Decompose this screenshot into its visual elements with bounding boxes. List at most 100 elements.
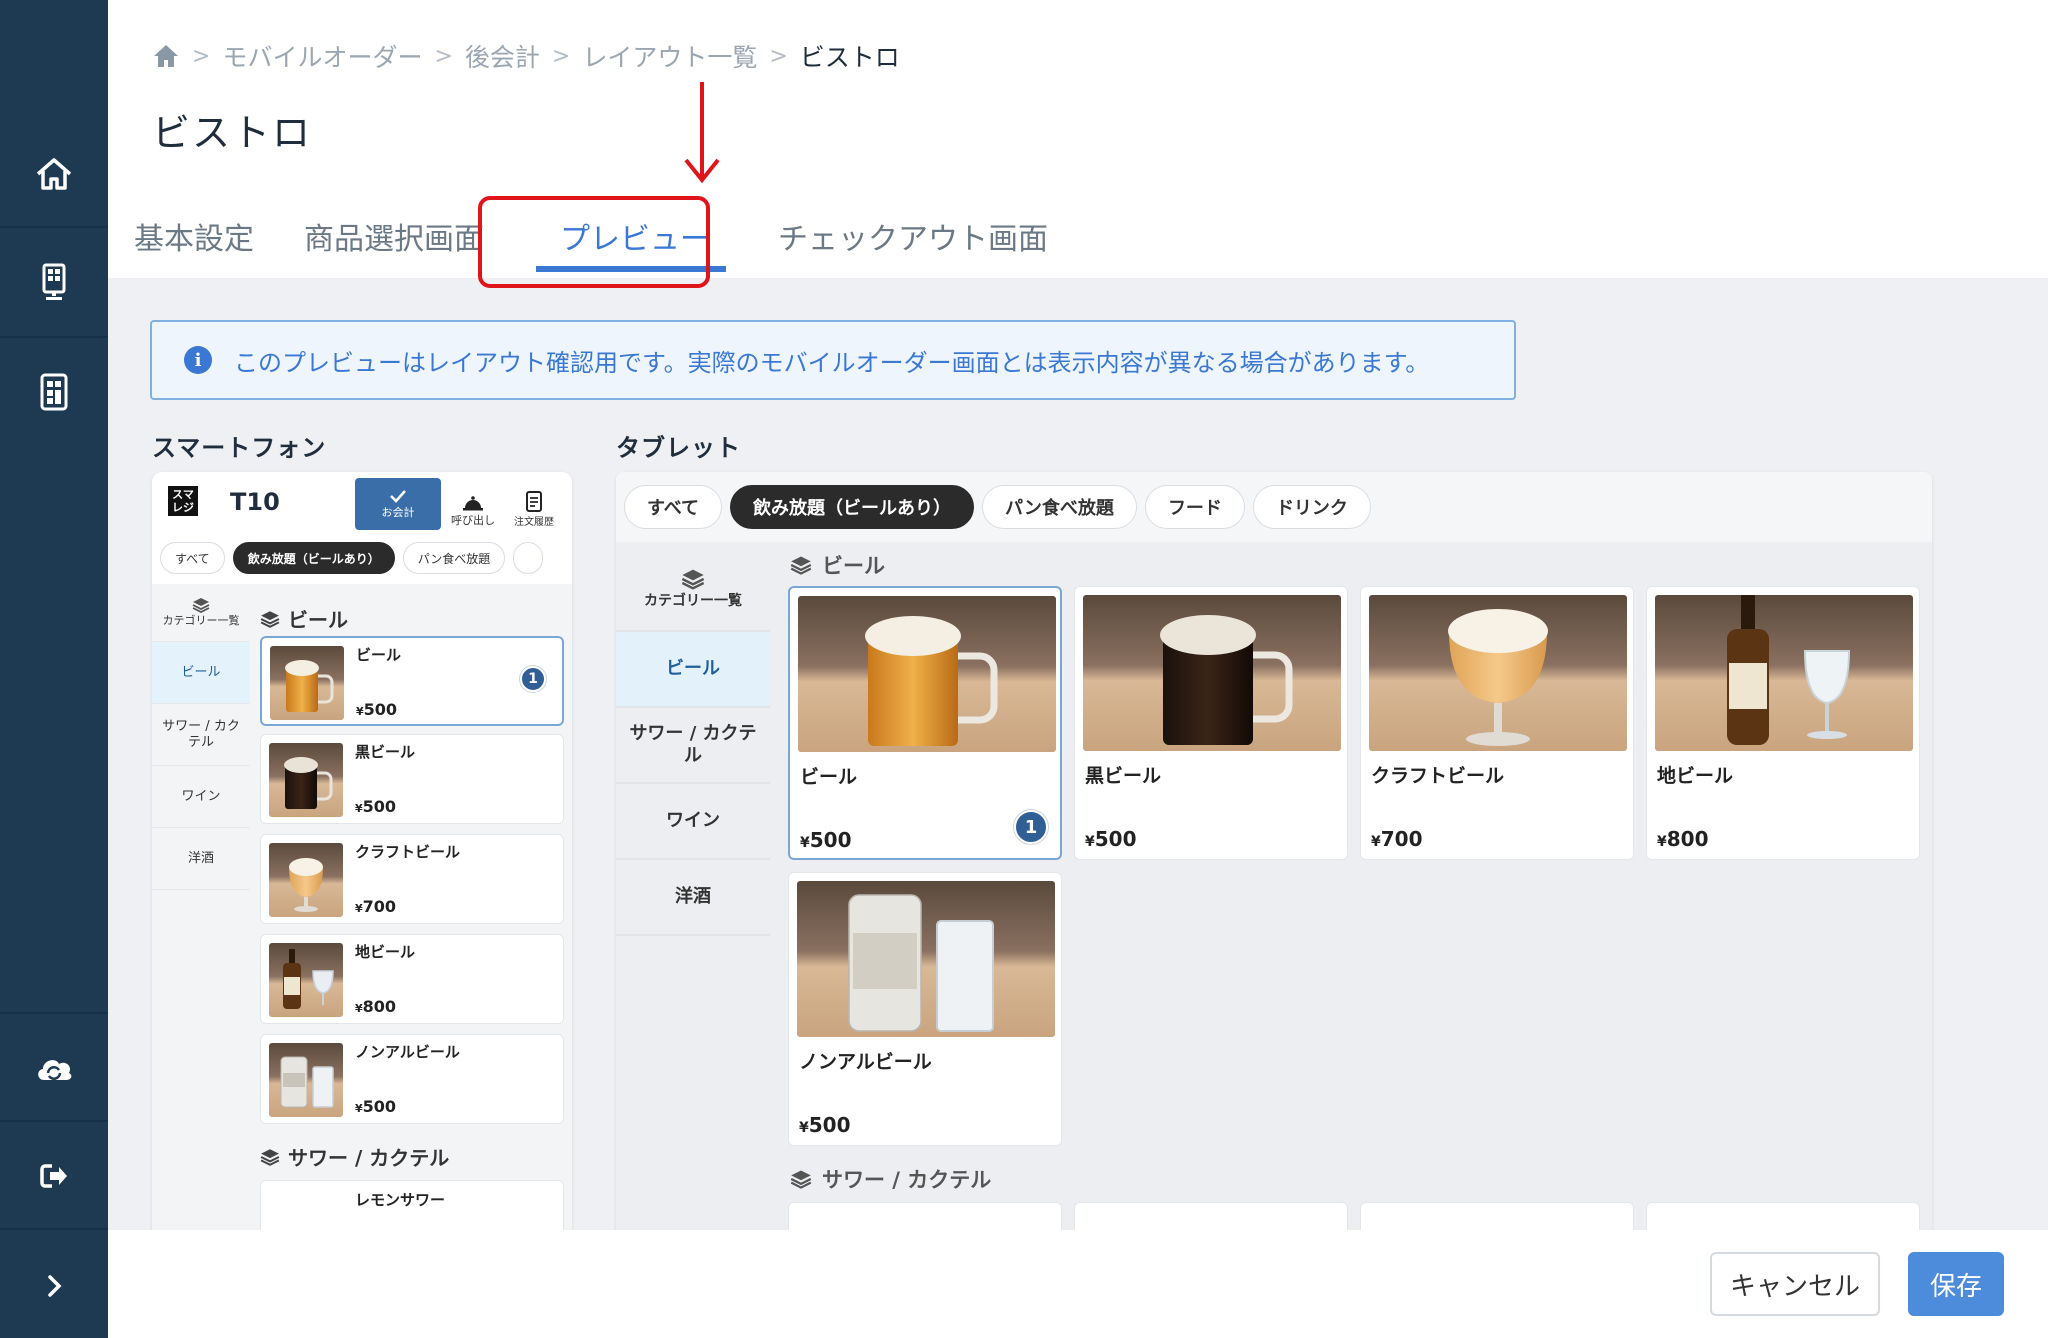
cloud-sync-icon: [38, 1060, 72, 1080]
smartphone-product-card[interactable]: 地ビール ¥800: [260, 934, 564, 1024]
chip-all-you-can-drink[interactable]: 飲み放題（ビールあり）: [232, 542, 395, 574]
currency-symbol: ¥: [1657, 834, 1667, 850]
product-image: [798, 596, 1056, 752]
tab-basic-settings[interactable]: 基本設定: [134, 200, 254, 278]
info-icon: i: [184, 346, 212, 374]
call-staff-button[interactable]: 呼び出し: [447, 480, 499, 528]
category-list-header[interactable]: カテゴリー一覧: [152, 584, 250, 642]
currency-symbol: ¥: [1371, 834, 1381, 850]
breadcrumb-chevron-icon: >: [551, 43, 571, 69]
price-value: 800: [362, 997, 397, 1016]
category-header-label: カテゴリー一覧: [644, 593, 742, 609]
tablet-product-card[interactable]: [1646, 1202, 1920, 1232]
cancel-button[interactable]: キャンセル: [1710, 1252, 1880, 1316]
chip-bread-buffet[interactable]: パン食べ放題: [402, 542, 506, 574]
tab-product-selection[interactable]: 商品選択画面: [304, 200, 484, 278]
layers-icon: [790, 556, 812, 575]
currency-symbol: ¥: [355, 1002, 363, 1015]
smartphone-product-card[interactable]: クラフトビール ¥700: [260, 834, 564, 924]
product-image: [269, 843, 343, 917]
product-image: [1655, 595, 1913, 751]
chip-all[interactable]: すべて: [160, 542, 225, 574]
product-image: [797, 881, 1055, 1037]
category-item-wine[interactable]: ワイン: [152, 766, 250, 828]
tablet-product-card[interactable]: [1360, 1202, 1634, 1232]
order-history-button[interactable]: 注文履歴: [504, 480, 564, 528]
product-name: レモンサワー: [355, 1191, 446, 1209]
breadcrumb-link-layout-list[interactable]: レイアウト一覧: [582, 38, 757, 74]
smartphone-product-card[interactable]: ノンアルビール ¥500: [260, 1034, 564, 1124]
page-title: ビストロ: [152, 111, 313, 155]
category-item-sour-cocktail[interactable]: サワー / カクテル: [152, 704, 250, 766]
breadcrumb-link-postpay[interactable]: 後会計: [465, 38, 540, 74]
category-item-beer[interactable]: ビール: [152, 642, 250, 704]
home-icon: [36, 158, 72, 190]
chip-all[interactable]: すべて: [624, 485, 723, 529]
checkout-button[interactable]: お会計: [355, 478, 441, 530]
chip-all-you-can-drink[interactable]: 飲み放題（ビールあり）: [730, 485, 975, 529]
layers-icon: [192, 597, 210, 613]
category-item-beer[interactable]: ビール: [616, 632, 770, 708]
tablet-calculator-icon: [40, 373, 68, 411]
group-heading-label: ビール: [288, 608, 348, 632]
product-name: 黒ビール: [1085, 765, 1162, 787]
product-price: ¥700: [1371, 827, 1423, 851]
price-value: 500: [809, 828, 852, 852]
product-name: 地ビール: [355, 943, 416, 961]
category-item-wine[interactable]: ワイン: [616, 784, 770, 860]
layers-icon: [790, 1170, 812, 1189]
tab-checkout[interactable]: チェックアウト画面: [778, 200, 1048, 278]
price-value: 800: [1666, 827, 1709, 851]
annotation-arrow-icon: [684, 82, 720, 184]
group-heading-label: サワー / カクテル: [288, 1146, 450, 1170]
tablet-product-card[interactable]: ビール ¥500 1: [788, 586, 1062, 860]
smartphone-group-heading: サワー / カクテル: [260, 1142, 449, 1171]
layers-icon: [260, 610, 280, 628]
currency-symbol: ¥: [1085, 834, 1095, 850]
product-price: ¥800: [355, 997, 396, 1016]
bell-icon: [463, 496, 483, 511]
info-text: このプレビューはレイアウト確認用です。実際のモバイルオーダー画面とは表示内容が異…: [234, 348, 1430, 377]
product-name: クラフトビール: [355, 843, 461, 861]
breadcrumb-chevron-icon: >: [434, 43, 453, 69]
tablet-product-card[interactable]: [788, 1202, 1062, 1232]
chip-drink[interactable]: ドリンク: [1252, 485, 1371, 529]
breadcrumb-link-mobile-order[interactable]: モバイルオーダー: [222, 38, 422, 74]
chip-bread-buffet[interactable]: パン食べ放題: [982, 485, 1137, 529]
sidebar-tablet-button[interactable]: [0, 338, 108, 446]
sidebar-sync-button[interactable]: [0, 1014, 108, 1122]
product-name: ビール: [356, 646, 402, 664]
tablet-product-card[interactable]: クラフトビール ¥700: [1360, 586, 1634, 860]
currency-symbol: ¥: [356, 705, 364, 718]
product-price: ¥500: [356, 700, 397, 719]
sidebar-logout-button[interactable]: [0, 1122, 108, 1230]
category-item-spirits[interactable]: 洋酒: [616, 860, 770, 936]
category-item-sour-cocktail[interactable]: サワー / カクテル: [616, 708, 770, 784]
tablet-product-card[interactable]: [1074, 1202, 1348, 1232]
save-button[interactable]: 保存: [1908, 1252, 2004, 1316]
tab-label: チェックアウト画面: [778, 222, 1048, 257]
smartphone-product-card[interactable]: レモンサワー: [260, 1180, 564, 1232]
tablet-product-card[interactable]: 地ビール ¥800: [1646, 586, 1920, 860]
price-value: 500: [362, 797, 397, 816]
tablet-product-card[interactable]: 黒ビール ¥500: [1074, 586, 1348, 860]
sidebar-home-button[interactable]: [0, 120, 108, 228]
sidebar-expand-button[interactable]: [0, 1232, 108, 1338]
product-name: ビール: [800, 766, 858, 788]
home-breadcrumb-icon[interactable]: [152, 43, 180, 69]
check-icon: [390, 490, 406, 503]
smartphone-product-card[interactable]: ビール ¥500 1: [260, 636, 564, 726]
sidebar-register-button[interactable]: [0, 228, 108, 336]
history-label: 注文履歴: [514, 517, 554, 528]
tablet-product-card[interactable]: ノンアルビール ¥500: [788, 872, 1062, 1146]
info-banner: i このプレビューはレイアウト確認用です。実際のモバイルオーダー画面とは表示内容…: [150, 320, 1516, 400]
smartphone-product-card[interactable]: 黒ビール ¥500: [260, 734, 564, 824]
category-item-spirits[interactable]: 洋酒: [152, 828, 250, 890]
product-name: クラフトビール: [1371, 765, 1505, 787]
chip-food[interactable]: フード: [1144, 485, 1245, 529]
product-price: ¥500: [1085, 827, 1137, 851]
smartphone-category-chips: すべて 飲み放題（ビールあり） パン食べ放題: [160, 542, 544, 576]
category-list-header[interactable]: カテゴリー一覧: [616, 550, 770, 632]
smartphone-preview: スマ レジ T10 お会計 呼び出し 注文履歴 すべて 飲み放題（ビールあり） パ…: [152, 472, 572, 1232]
chip-overflow[interactable]: [513, 542, 544, 574]
